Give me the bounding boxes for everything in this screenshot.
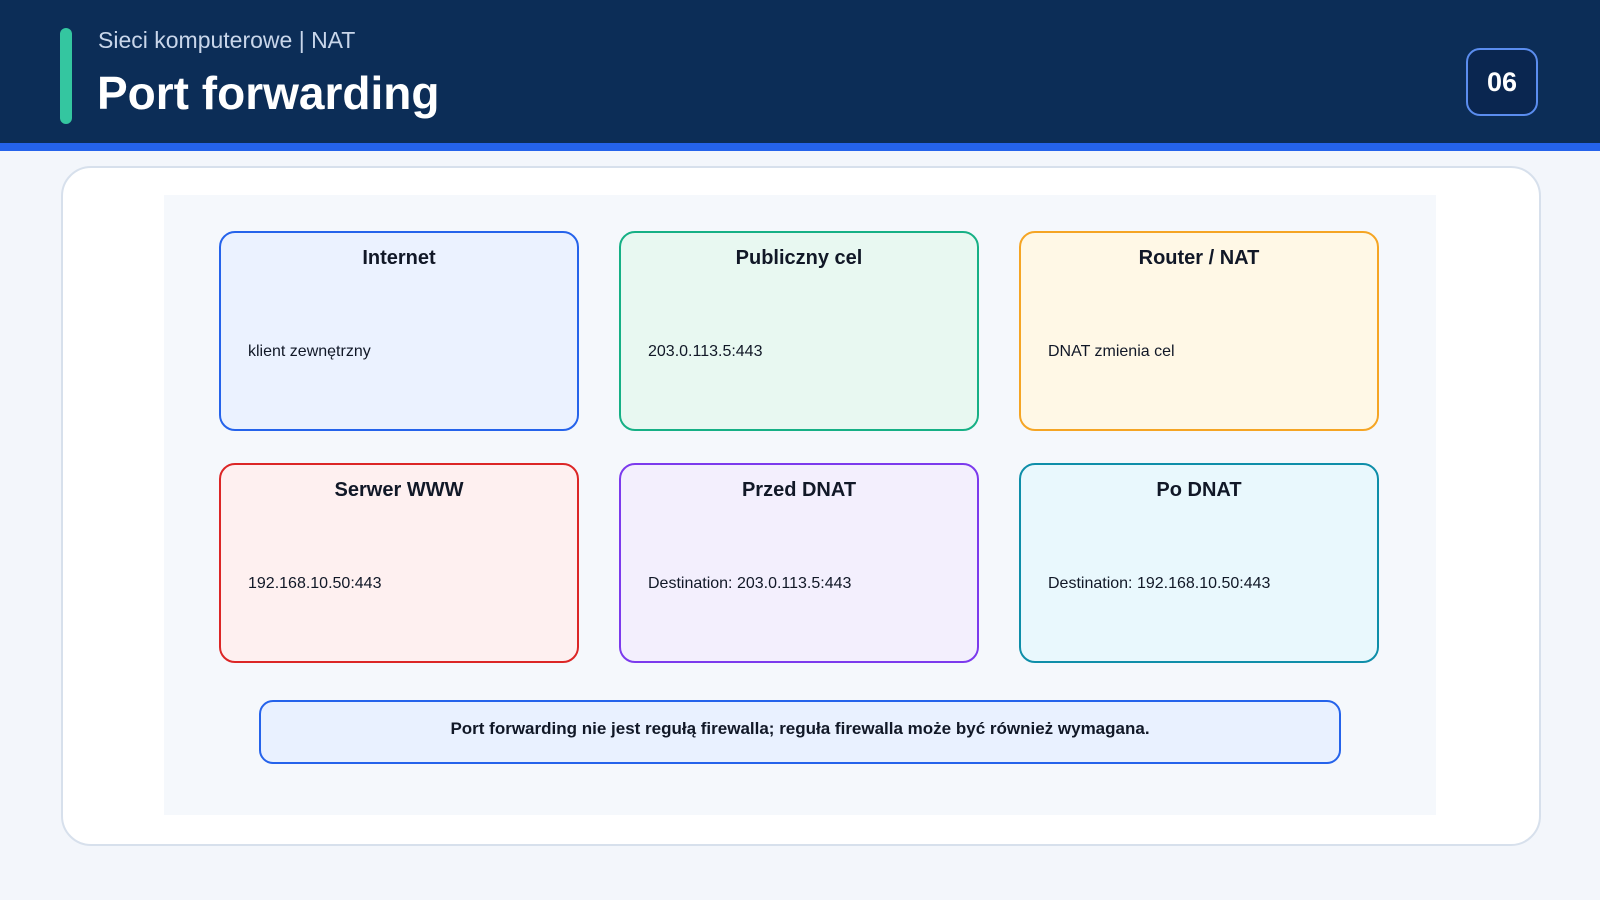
box-title: Po DNAT [1156,479,1242,501]
box-title: Internet [362,247,436,269]
slide-subtitle: Sieci komputerowe | NAT [98,27,356,53]
box-public-target: Publiczny cel 203.0.113.5:443 [619,231,979,431]
box-web-server: Serwer WWW 192.168.10.50:443 [219,463,579,663]
firewall-note: Port forwarding nie jest regułą firewall… [259,700,1341,764]
box-text: Destination: 192.168.10.50:443 [1048,575,1271,592]
diagram-area: Internet klient zewnętrzny Publiczny cel… [164,195,1436,815]
slide-title: Port forwarding [97,67,440,119]
box-title: Publiczny cel [735,247,863,269]
accent-bar [60,28,72,124]
box-before-dnat: Przed DNAT Destination: 203.0.113.5:443 [619,463,979,663]
page-number-badge: 06 [1466,48,1538,116]
box-internet: Internet klient zewnętrzny [219,231,579,431]
header-rule [0,143,1600,151]
box-title: Serwer WWW [334,479,464,501]
box-text: DNAT zmienia cel [1048,343,1175,360]
box-title: Przed DNAT [741,479,857,501]
box-text: Destination: 203.0.113.5:443 [648,575,852,592]
box-text: 192.168.10.50:443 [248,575,382,592]
box-title: Router / NAT [1138,247,1260,269]
box-text: klient zewnętrzny [248,343,371,360]
box-text: 203.0.113.5:443 [648,343,763,360]
box-after-dnat: Po DNAT Destination: 192.168.10.50:443 [1019,463,1379,663]
box-router-nat: Router / NAT DNAT zmienia cel [1019,231,1379,431]
